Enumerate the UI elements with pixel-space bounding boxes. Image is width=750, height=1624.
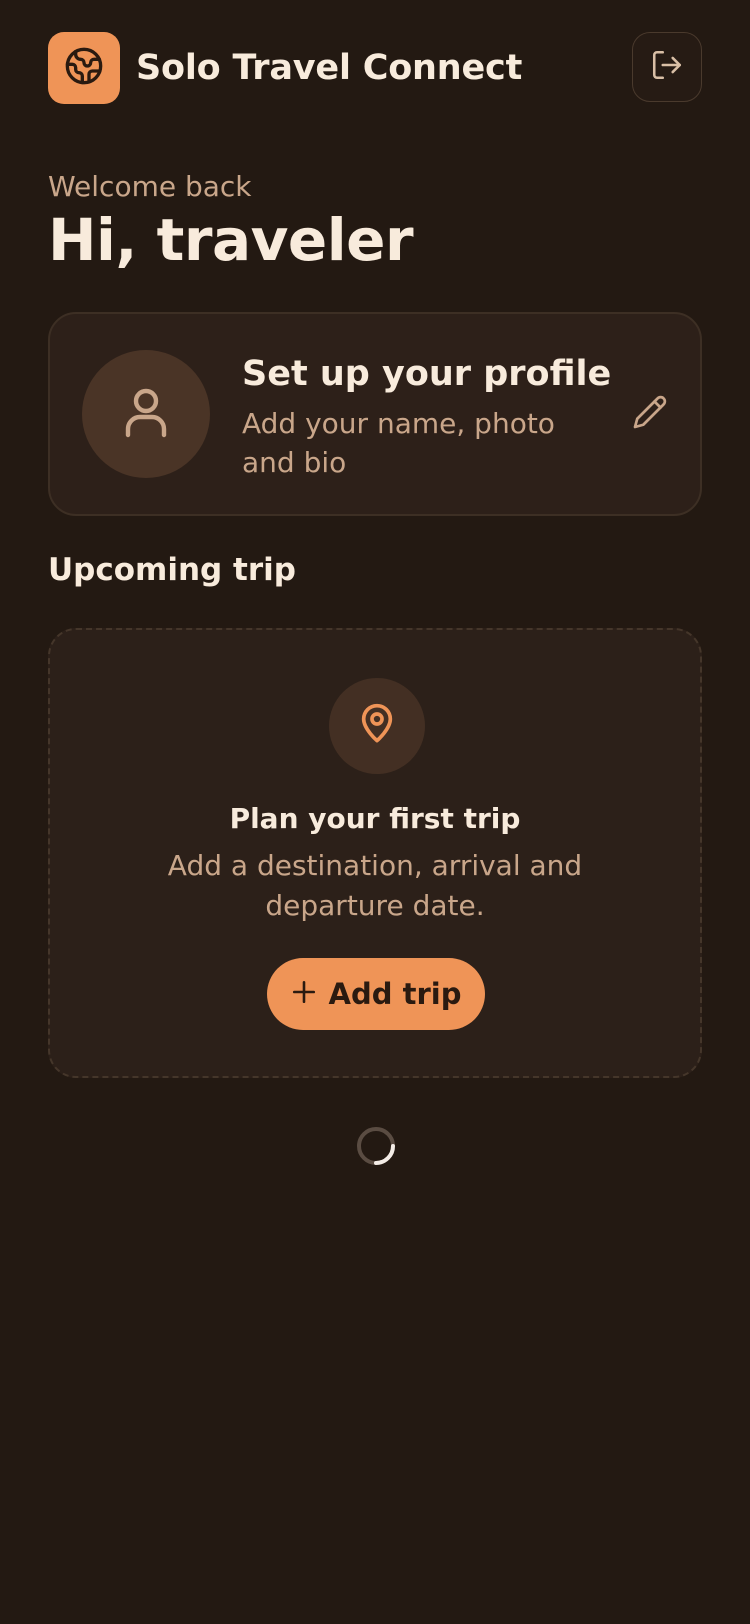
- add-trip-label: Add trip: [328, 977, 462, 1011]
- edit-profile-button[interactable]: [630, 394, 670, 434]
- profile-card-subtitle: Add your name, photo and bio: [242, 407, 555, 479]
- add-trip-button[interactable]: Add trip: [267, 958, 485, 1030]
- empty-trip-subtitle: Add a destination, arrival and departure…: [167, 849, 583, 922]
- map-pin-icon: [357, 702, 397, 750]
- user-icon: [122, 385, 170, 443]
- globe-icon: [64, 46, 104, 90]
- app-root: Solo Travel Connect Welcome back Hi, tra…: [0, 0, 750, 1624]
- app-logo: [48, 32, 120, 104]
- app-title: Solo Travel Connect: [136, 48, 523, 88]
- pin-icon-circle: [329, 678, 425, 774]
- upcoming-trip-heading: Upcoming trip: [48, 552, 296, 588]
- greeting-heading: Hi, traveler: [48, 206, 414, 274]
- loading-spinner-icon: [356, 1126, 396, 1166]
- upcoming-trip-empty-card: Plan your first trip Add a destination, …: [48, 628, 702, 1078]
- logout-button[interactable]: [632, 32, 702, 102]
- welcome-subtitle: Welcome back: [48, 170, 252, 203]
- plus-icon: [291, 976, 317, 1012]
- header: Solo Travel Connect: [48, 32, 702, 104]
- empty-trip-title: Plan your first trip: [229, 802, 521, 835]
- avatar: [82, 350, 210, 478]
- profile-setup-card[interactable]: Set up your profile Add your name, photo…: [48, 312, 702, 516]
- pencil-icon: [632, 394, 668, 434]
- logout-icon: [650, 48, 684, 86]
- profile-card-title: Set up your profile: [242, 354, 612, 394]
